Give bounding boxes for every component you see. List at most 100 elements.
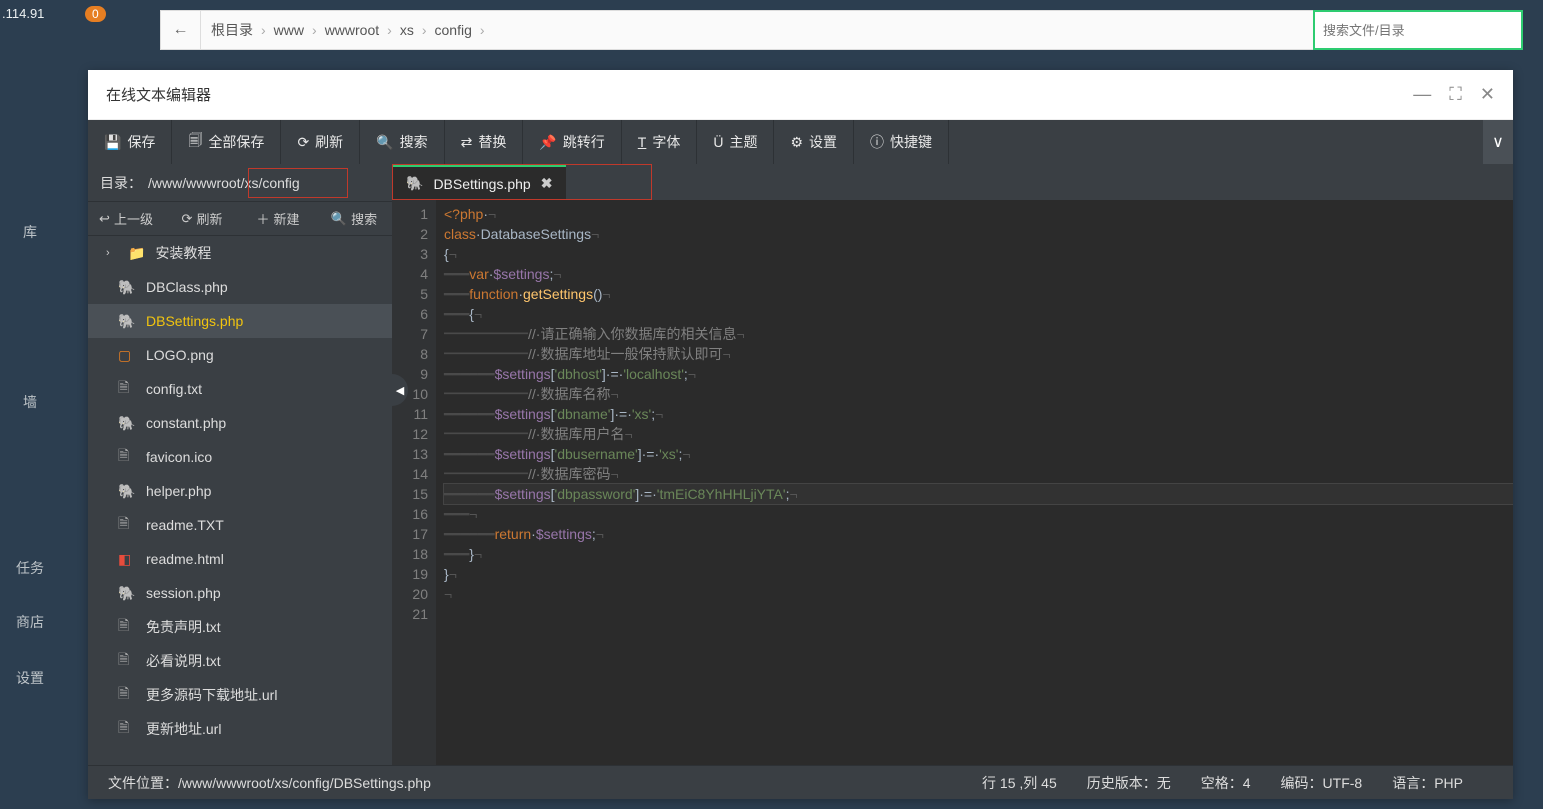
- tree-item-label: 免责声明.txt: [146, 617, 221, 637]
- settings-button[interactable]: ⚙设置: [774, 120, 854, 164]
- toolbar-collapse[interactable]: ∨: [1483, 120, 1513, 164]
- php-icon: 🐘: [406, 175, 423, 192]
- status-bar: 文件位置：/www/wwwroot/xs/config/DBSettings.p…: [88, 765, 1513, 799]
- tree-item[interactable]: 🐘 DBSettings.php: [88, 304, 392, 338]
- tree-item-label: readme.TXT: [146, 517, 224, 533]
- tree-item[interactable]: 🗎config.txt: [88, 372, 392, 406]
- file-icon: 🗎: [118, 615, 136, 639]
- file-icon: 🐘: [118, 415, 136, 432]
- chevron-right-icon: ›: [387, 22, 392, 38]
- refresh-button[interactable]: ⟳刷新: [281, 120, 360, 164]
- breadcrumb-www[interactable]: www: [274, 22, 304, 38]
- tree-item-label: favicon.ico: [146, 449, 212, 465]
- new-file-button[interactable]: ＋新建: [240, 209, 316, 228]
- editor-body: 目录： /www/wwwroot/xs/config ↩上一级 ⟳刷新 ＋新建 …: [88, 164, 1513, 765]
- replace-button[interactable]: ⇄替换: [445, 120, 524, 164]
- tree-item[interactable]: ◧ readme.html: [88, 542, 392, 576]
- status-cursor: 行 15 ,列 45: [982, 773, 1057, 793]
- chevron-right-icon: ›: [106, 247, 118, 259]
- code-lines[interactable]: <?php·¬class·DatabaseSettings¬{¬━━━var·$…: [436, 200, 1513, 765]
- status-language[interactable]: 语言：PHP: [1392, 773, 1463, 793]
- shortcuts-button[interactable]: ⓘ快捷键: [854, 120, 949, 164]
- pin-icon: 📌: [539, 134, 556, 151]
- file-icon: ◧: [118, 551, 136, 568]
- sidebar-item-tasks[interactable]: 任务: [0, 558, 60, 578]
- breadcrumb-root[interactable]: 根目录: [211, 20, 253, 40]
- tree-item-label: DBSettings.php: [146, 313, 243, 329]
- refresh-icon: ⟳: [297, 134, 309, 151]
- tree-item[interactable]: 🗎 更新地址.url: [88, 712, 392, 746]
- tree-item[interactable]: 🗎 免责声明.txt: [88, 610, 392, 644]
- editor-title-bar: 在线文本编辑器 — ⛶ ✕: [88, 70, 1513, 120]
- tree-item[interactable]: 🗎readme.TXT: [88, 508, 392, 542]
- tree-item[interactable]: 🐘helper.php: [88, 474, 392, 508]
- save-button[interactable]: 💾保存: [88, 120, 172, 164]
- tree-item[interactable]: 🗎 favicon.ico: [88, 440, 392, 474]
- host-ip: .114.91: [2, 6, 44, 21]
- save-all-button[interactable]: 🗐全部保存: [172, 120, 281, 164]
- breadcrumb: 根目录› www› wwwroot› xs› config›: [201, 20, 1482, 40]
- file-icon: 🗎: [118, 717, 136, 741]
- notification-badge[interactable]: 0: [85, 6, 106, 22]
- status-encoding[interactable]: 编码：UTF-8: [1281, 773, 1363, 793]
- code-area: ◀ 🐘 DBSettings.php ✖ 1234567891011121314…: [392, 164, 1513, 765]
- tree-item-label: session.php: [146, 585, 221, 601]
- maximize-icon[interactable]: ⛶: [1449, 84, 1462, 105]
- file-icon: 🗎: [118, 683, 136, 707]
- tree-item[interactable]: ›📁安装教程: [88, 236, 392, 270]
- sidebar-item-settings[interactable]: 设置: [0, 668, 60, 688]
- close-icon[interactable]: ✕: [1480, 84, 1495, 105]
- file-tab[interactable]: 🐘 DBSettings.php ✖: [392, 164, 566, 200]
- breadcrumb-config[interactable]: config: [435, 22, 472, 38]
- up-level-button[interactable]: ↩上一级: [88, 209, 164, 228]
- goto-line-button[interactable]: 📌跳转行: [523, 120, 621, 164]
- tree-actions: ↩上一级 ⟳刷新 ＋新建 🔍搜索: [88, 202, 392, 236]
- chevron-right-icon: ›: [261, 22, 266, 38]
- save-all-icon: 🗐: [188, 130, 202, 154]
- file-icon: 🗎: [118, 445, 136, 469]
- sidebar-item-db[interactable]: 库: [0, 222, 60, 242]
- info-icon: ⓘ: [870, 132, 884, 152]
- search-icon: 🔍: [376, 134, 393, 151]
- tree-item[interactable]: 🐘DBClass.php: [88, 270, 392, 304]
- file-icon: 🐘: [118, 483, 136, 500]
- search-button[interactable]: 🔍搜索: [360, 120, 444, 164]
- tree-item[interactable]: 🗎必看说明.txt: [88, 644, 392, 678]
- tree-item[interactable]: 🗎 更多源码下载地址.url: [88, 678, 392, 712]
- line-gutter: 123456789101112131415161718192021: [392, 200, 436, 765]
- tree-item[interactable]: ▢LOGO.png: [88, 338, 392, 372]
- breadcrumb-wwwroot[interactable]: wwwroot: [325, 22, 379, 38]
- refresh-icon: ⟳: [182, 211, 193, 227]
- tree-item-label: config.txt: [146, 381, 202, 397]
- tree-refresh-button[interactable]: ⟳刷新: [164, 209, 240, 228]
- tree-item-label: readme.html: [146, 551, 224, 567]
- tree-item-label: 必看说明.txt: [146, 651, 221, 671]
- theme-button[interactable]: Ü主题: [697, 120, 774, 164]
- tree-path: 目录： /www/wwwroot/xs/config: [88, 164, 392, 202]
- back-button[interactable]: ←: [161, 11, 201, 49]
- search-input[interactable]: [1313, 10, 1523, 50]
- tab-bar: 🐘 DBSettings.php ✖: [392, 164, 1513, 200]
- replace-icon: ⇄: [461, 134, 473, 151]
- breadcrumb-xs[interactable]: xs: [400, 22, 414, 38]
- close-tab-icon[interactable]: ✖: [541, 175, 553, 192]
- sidebar-item-firewall[interactable]: 墙: [0, 392, 60, 412]
- tree-search-button[interactable]: 🔍搜索: [316, 209, 392, 228]
- status-history[interactable]: 历史版本：无: [1087, 773, 1171, 793]
- editor-title: 在线文本编辑器: [106, 84, 211, 105]
- file-icon: 🐘: [118, 279, 136, 296]
- tree-item-label: 更多源码下载地址.url: [146, 685, 277, 705]
- minimize-icon[interactable]: —: [1413, 84, 1431, 105]
- editor-window: 在线文本编辑器 — ⛶ ✕ 💾保存 🗐全部保存 ⟳刷新 🔍搜索 ⇄替换 📌跳转行…: [88, 70, 1513, 799]
- sidebar-item-store[interactable]: 商店: [0, 612, 60, 632]
- status-indent[interactable]: 空格：4: [1201, 773, 1251, 793]
- code-content[interactable]: 123456789101112131415161718192021 <?php·…: [392, 200, 1513, 765]
- file-icon: 🐘: [118, 313, 136, 330]
- font-button[interactable]: T字体: [622, 120, 698, 164]
- tree-item-label: LOGO.png: [146, 347, 214, 363]
- tree-item[interactable]: 🐘constant.php: [88, 406, 392, 440]
- chevron-right-icon: ›: [422, 22, 427, 38]
- tree-item-label: 更新地址.url: [146, 719, 221, 739]
- file-tree: 目录： /www/wwwroot/xs/config ↩上一级 ⟳刷新 ＋新建 …: [88, 164, 392, 765]
- tree-item[interactable]: 🐘session.php: [88, 576, 392, 610]
